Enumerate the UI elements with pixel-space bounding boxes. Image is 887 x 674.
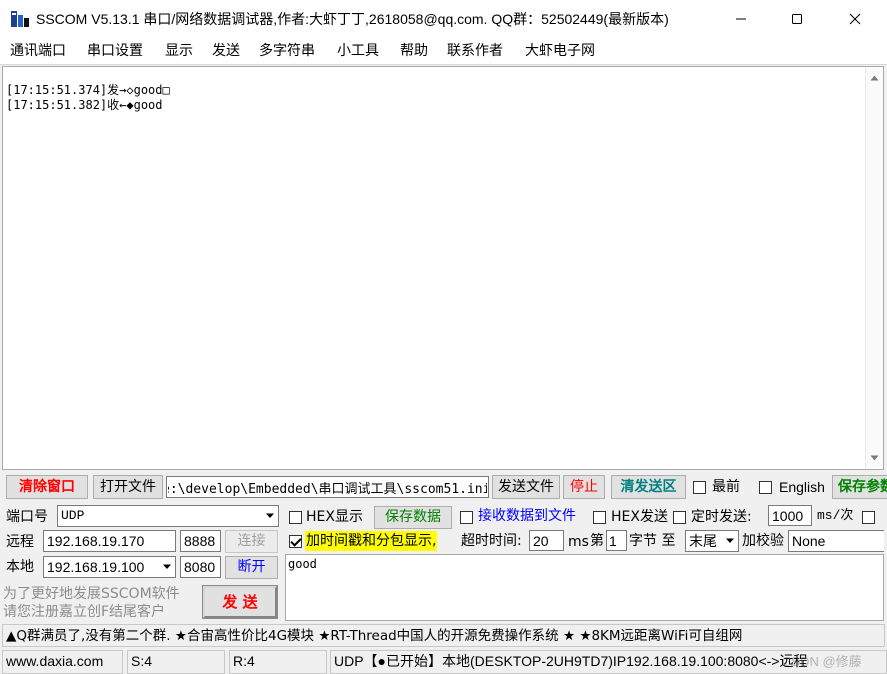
local-label: 本地 <box>6 559 34 575</box>
title-bar[interactable]: SSCOM V5.13.1 串口/网络数据调试器,作者:大虾丁丁,2618058… <box>0 0 887 38</box>
receive-scrollbar[interactable] <box>865 67 883 469</box>
remote-ip-input[interactable] <box>43 530 176 552</box>
receive-to-file-label: 接收数据到文件 <box>478 508 576 524</box>
hex-send-label: HEX发送 <box>611 509 668 525</box>
timestamp-checkbox[interactable] <box>289 535 302 548</box>
menu-tools[interactable]: 小工具 <box>337 42 379 60</box>
menu-serial-settings[interactable]: 串口设置 <box>87 42 143 60</box>
close-icon <box>849 13 861 25</box>
port-type-value: UDP <box>61 508 85 523</box>
watermark: CSDN @修藤 <box>782 654 862 669</box>
receive-to-file-checkbox[interactable] <box>460 511 473 524</box>
local-port-input[interactable] <box>180 556 221 578</box>
timestamp-label: 加时间戳和分包显示, <box>305 531 438 551</box>
remote-port-input[interactable] <box>180 530 221 552</box>
port-label: 端口号 <box>6 509 48 525</box>
status-received-count: R:4 <box>229 650 327 674</box>
save-params-button[interactable]: 保存参数 <box>832 475 887 499</box>
clear-window-button[interactable]: 清除窗口 <box>6 475 88 499</box>
receive-area[interactable]: [17:15:51.374]发→◇good□ [17:15:51.382]收←◆… <box>2 66 884 470</box>
byte-to-select[interactable]: 末尾 <box>685 530 739 552</box>
announcement-bar[interactable]: ▲Q群满员了,没有第二个群. ★合宙高性价比4G模块 ★RT-Thread中国人… <box>2 624 885 647</box>
status-sent-count: S:4 <box>127 650 225 674</box>
hex-display-checkbox[interactable] <box>289 511 302 524</box>
byte-from-input[interactable] <box>606 530 627 551</box>
hex-send-checkbox[interactable] <box>593 511 606 524</box>
scroll-up-icon[interactable] <box>870 75 879 81</box>
checksum-label: 加校验 <box>742 533 784 549</box>
english-checkbox[interactable] <box>759 481 772 494</box>
remote-label: 远程 <box>6 534 34 550</box>
topmost-label: 最前 <box>712 479 740 495</box>
send-button[interactable]: 发 送 <box>202 585 278 619</box>
byte-to-label: 字节 至 <box>629 533 676 549</box>
receive-line: [17:15:51.382]收←◆good <box>6 98 163 112</box>
send-text-area[interactable]: good <box>285 554 884 621</box>
local-ip-select[interactable]: 192.168.19.100 <box>43 556 176 578</box>
chevron-down-icon <box>726 538 734 543</box>
save-data-button[interactable]: 保存数据 <box>374 506 452 529</box>
close-button[interactable] <box>832 0 878 38</box>
interval-unit-label: ms/次 <box>817 508 854 523</box>
extra-option-checkbox[interactable] <box>862 511 875 524</box>
english-label: English <box>779 479 825 495</box>
byte-from-label: 第 <box>590 533 604 549</box>
send-interval-input[interactable] <box>768 505 812 526</box>
chevron-down-icon <box>266 513 274 518</box>
menu-send[interactable]: 发送 <box>212 42 240 60</box>
menu-bar: 通讯端口 串口设置 显示 发送 多字符串 小工具 帮助 联系作者 大虾电子网 <box>0 38 887 65</box>
window-title: SSCOM V5.13.1 串口/网络数据调试器,作者:大虾丁丁,2618058… <box>36 11 669 27</box>
promo-text-line2: 请您注册嘉立创F结尾客户 <box>3 604 166 620</box>
menu-contact-author[interactable]: 联系作者 <box>447 42 503 60</box>
minimize-button[interactable] <box>718 0 764 38</box>
menu-multi-string[interactable]: 多字符串 <box>259 42 315 60</box>
timeout-input[interactable] <box>529 530 564 551</box>
status-website[interactable]: www.daxia.com <box>2 650 123 674</box>
sscom-app-icon <box>11 11 29 27</box>
send-text: good <box>288 557 317 571</box>
chevron-down-icon <box>163 564 171 569</box>
timed-send-label: 定时发送: <box>691 509 752 525</box>
clear-send-button[interactable]: 清发送区 <box>611 475 686 499</box>
timed-send-checkbox[interactable] <box>673 511 686 524</box>
maximize-icon <box>792 14 802 24</box>
announcement-text: ▲Q群满员了,没有第二个群. ★合宙高性价比4G模块 ★RT-Thread中国人… <box>6 628 743 644</box>
maximize-button[interactable] <box>774 0 820 38</box>
scroll-down-icon[interactable] <box>870 455 879 461</box>
topmost-checkbox[interactable] <box>693 481 706 494</box>
minimize-icon <box>736 18 746 20</box>
menu-display[interactable]: 显示 <box>165 42 193 60</box>
checksum-value: None <box>792 533 826 549</box>
hex-display-label: HEX显示 <box>306 509 363 525</box>
file-path-input[interactable] <box>166 476 489 498</box>
timeout-unit-label: ms <box>568 534 589 550</box>
local-ip-value: 192.168.19.100 <box>47 559 145 575</box>
timeout-label: 超时时间: <box>461 533 522 549</box>
menu-daxia-website[interactable]: 大虾电子网 <box>525 42 595 60</box>
port-type-select[interactable]: UDP <box>57 505 279 527</box>
open-file-button[interactable]: 打开文件 <box>93 475 163 499</box>
send-file-button[interactable]: 发送文件 <box>492 475 560 499</box>
receive-line: [17:15:51.374]发→◇good□ <box>6 83 170 97</box>
menu-help[interactable]: 帮助 <box>400 42 428 60</box>
byte-to-value: 末尾 <box>689 533 717 549</box>
disconnect-button[interactable]: 断开 <box>225 556 278 579</box>
promo-text-line1: 为了更好地发展SSCOM软件 <box>3 586 180 602</box>
checksum-select[interactable]: None <box>788 530 884 552</box>
stop-button[interactable]: 停止 <box>563 475 605 499</box>
menu-comm-port[interactable]: 通讯端口 <box>10 42 66 60</box>
connect-button[interactable]: 连接 <box>225 530 278 553</box>
